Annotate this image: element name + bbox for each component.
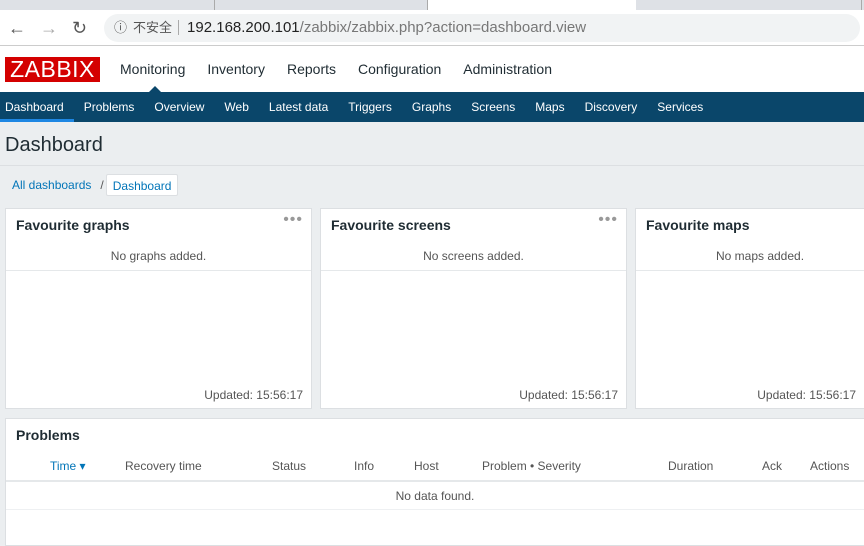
empty-message: No data found.: [395, 489, 475, 503]
browser-tab[interactable]: [640, 0, 862, 10]
browser-tab[interactable]: [215, 0, 428, 10]
column-problem-severity: Problem • Severity: [482, 459, 581, 473]
url-host: 192.168.200.101: [187, 19, 300, 36]
browser-tab[interactable]: [0, 0, 215, 10]
main-menu: Monitoring Inventory Reports Configurati…: [120, 61, 552, 77]
updated-time: Updated: 15:56:17: [204, 388, 303, 402]
more-options-icon[interactable]: •••: [598, 211, 618, 229]
info-icon[interactable]: ⓘ: [114, 20, 127, 35]
address-bar[interactable]: ⓘ 不安全 192.168.200.101/zabbix/zabbix.php?ac…: [104, 14, 860, 42]
widget-favourite-screens: Favourite screens ••• No screens added. …: [320, 208, 627, 409]
widget-problems: Problems Time ▾ Recovery time Status Inf…: [5, 418, 864, 546]
submenu-maps[interactable]: Maps: [525, 92, 574, 122]
updated-time: Updated: 15:56:17: [757, 388, 856, 402]
divider: [6, 270, 311, 271]
menu-reports[interactable]: Reports: [287, 61, 336, 77]
empty-message: No screens added.: [423, 249, 524, 263]
divider: [6, 480, 864, 482]
column-info: Info: [354, 459, 375, 473]
browser-tab-strip: [0, 0, 864, 10]
divider: [6, 509, 864, 510]
submenu-overview[interactable]: Overview: [144, 92, 214, 122]
widget-title: Problems: [16, 427, 80, 443]
browser-tab-active[interactable]: [428, 0, 636, 10]
security-label: 不安全: [133, 20, 180, 35]
column-duration: Duration: [668, 459, 714, 473]
breadcrumb-all-dashboards[interactable]: All dashboards: [5, 174, 98, 196]
menu-administration[interactable]: Administration: [463, 61, 552, 77]
zabbix-header: ZABBIX Monitoring Inventory Reports Conf…: [0, 46, 864, 92]
divider: [321, 270, 626, 271]
column-status: Status: [272, 459, 307, 473]
breadcrumb-current[interactable]: Dashboard: [105, 174, 179, 196]
submenu-latest-data[interactable]: Latest data: [259, 92, 338, 122]
widget-title: Favourite maps: [646, 217, 750, 233]
widget-title: Favourite graphs: [16, 217, 130, 233]
column-recovery-time: Recovery time: [125, 459, 202, 473]
forward-icon[interactable]: →: [40, 18, 58, 39]
menu-monitoring[interactable]: Monitoring: [120, 61, 185, 77]
widget-favourite-maps: Favourite maps No maps added. Updated: 1…: [635, 208, 864, 409]
breadcrumb: All dashboards / Dashboard: [5, 174, 179, 196]
submenu-graphs[interactable]: Graphs: [402, 92, 461, 122]
back-icon[interactable]: ←: [8, 18, 26, 39]
empty-message: No maps added.: [715, 249, 805, 263]
submenu-services[interactable]: Services: [647, 92, 713, 122]
widget-title: Favourite screens: [331, 217, 451, 233]
submenu-problems[interactable]: Problems: [74, 92, 145, 122]
sub-menu: Dashboard Problems Overview Web Latest d…: [0, 92, 864, 122]
submenu-web[interactable]: Web: [214, 92, 258, 122]
column-time[interactable]: Time ▾: [50, 459, 86, 473]
submenu-discovery[interactable]: Discovery: [575, 92, 648, 122]
column-host: Host: [414, 459, 439, 473]
menu-inventory[interactable]: Inventory: [207, 61, 265, 77]
zabbix-logo[interactable]: ZABBIX: [5, 57, 100, 82]
updated-time: Updated: 15:56:17: [519, 388, 618, 402]
breadcrumb-separator: /: [100, 178, 104, 192]
submenu-triggers[interactable]: Triggers: [338, 92, 402, 122]
empty-message: No graphs added.: [110, 249, 207, 263]
submenu-dashboard[interactable]: Dashboard: [0, 92, 74, 122]
column-ack: Ack: [762, 459, 783, 473]
widget-favourite-graphs: Favourite graphs ••• No graphs added. Up…: [5, 208, 312, 409]
url-path: /zabbix/zabbix.php?action=dashboard.view: [299, 19, 587, 36]
divider: [0, 165, 864, 166]
submenu-screens[interactable]: Screens: [461, 92, 525, 122]
browser-toolbar: ← → ↻ ⓘ 不安全 192.168.200.101/zabbix/zabbix.…: [0, 10, 864, 46]
column-actions: Actions: [810, 459, 850, 473]
page-title: Dashboard: [5, 134, 103, 156]
menu-configuration[interactable]: Configuration: [358, 61, 441, 77]
divider: [636, 270, 864, 271]
reload-icon[interactable]: ↻: [72, 18, 87, 39]
more-options-icon[interactable]: •••: [283, 211, 303, 229]
